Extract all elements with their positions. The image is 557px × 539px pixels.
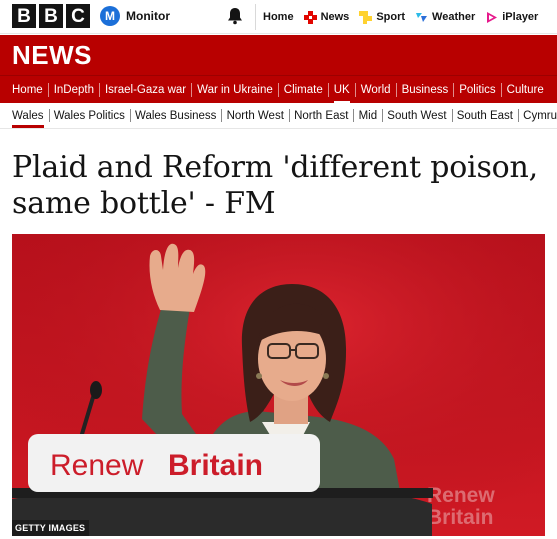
secondary-nav-mid[interactable]: Mid bbox=[359, 103, 378, 128]
secondary-nav-south-east[interactable]: South East bbox=[457, 103, 513, 128]
bbc-top-bar: B B C M Monitor Home News Sport Weather … bbox=[0, 0, 557, 34]
secondary-nav-cymru[interactable]: Cymru bbox=[523, 103, 557, 128]
weather-icon bbox=[416, 12, 428, 22]
top-nav-sport-label: Sport bbox=[376, 11, 406, 23]
bbc-logo-letter-1: B bbox=[12, 4, 36, 28]
sign-text-word-2: Britain bbox=[168, 449, 263, 482]
nav-separator bbox=[47, 82, 49, 97]
secondary-nav-wales-politics[interactable]: Wales Politics bbox=[54, 103, 125, 128]
nav-separator bbox=[354, 82, 356, 97]
nav-separator bbox=[395, 82, 397, 97]
backdrop-text-line-1: Renew bbox=[427, 484, 495, 507]
nav-separator bbox=[98, 82, 100, 97]
top-nav-weather-label: Weather bbox=[432, 11, 476, 23]
article-hero-image: Renew Britain Renew Britain GETTY IMAGES bbox=[12, 234, 545, 536]
top-nav-news-label: News bbox=[320, 11, 350, 23]
sport-icon bbox=[359, 10, 373, 24]
top-nav-iplayer[interactable]: iPlayer bbox=[480, 0, 543, 34]
notifications-bell-icon[interactable] bbox=[225, 6, 245, 26]
bbc-logo-letter-2: B bbox=[39, 4, 63, 28]
primary-nav-climate[interactable]: Climate bbox=[284, 76, 323, 104]
secondary-nav: Wales Wales Politics Wales Business Nort… bbox=[0, 103, 557, 129]
top-nav-weather[interactable]: Weather bbox=[410, 0, 480, 34]
monitor-avatar-icon: M bbox=[100, 6, 120, 26]
news-icon bbox=[303, 10, 317, 24]
primary-nav-home[interactable]: Home bbox=[12, 76, 43, 104]
nav-separator bbox=[327, 82, 329, 97]
hero-photo-illustration: Renew Britain Renew Britain bbox=[12, 234, 545, 536]
top-nav-sport[interactable]: Sport bbox=[354, 0, 410, 34]
nav-separator bbox=[500, 82, 502, 97]
top-nav: Home News Sport Weather iPlayer bbox=[263, 0, 543, 34]
secondary-nav-wales-business[interactable]: Wales Business bbox=[135, 103, 216, 128]
secondary-nav-north-east[interactable]: North East bbox=[294, 103, 348, 128]
primary-nav-uk[interactable]: UK bbox=[333, 76, 350, 104]
primary-nav: Home InDepth Israel-Gaza war War in Ukra… bbox=[0, 75, 557, 104]
primary-nav-indepth[interactable]: InDepth bbox=[54, 76, 94, 104]
primary-nav-israel-gaza-war[interactable]: Israel-Gaza war bbox=[105, 76, 186, 104]
monitor-label: Monitor bbox=[126, 9, 170, 23]
primary-nav-war-in-ukraine[interactable]: War in Ukraine bbox=[197, 76, 273, 104]
news-wordmark[interactable]: NEWS bbox=[12, 40, 92, 71]
bbc-logo-letter-3: C bbox=[66, 4, 90, 28]
nav-separator bbox=[453, 82, 455, 97]
top-nav-iplayer-label: iPlayer bbox=[502, 11, 539, 23]
sign-text-word-1: Renew bbox=[50, 449, 144, 482]
top-nav-news[interactable]: News bbox=[299, 0, 355, 34]
top-nav-home-label: Home bbox=[263, 11, 294, 23]
nav-separator bbox=[191, 82, 193, 97]
bbc-logo[interactable]: B B C bbox=[12, 4, 90, 28]
iplayer-icon bbox=[487, 11, 498, 23]
news-masthead: NEWS bbox=[0, 35, 557, 75]
backdrop-text-line-2: Britain bbox=[427, 506, 494, 529]
article-headline: Plaid and Reform 'different poison, same… bbox=[12, 150, 538, 221]
top-nav-divider bbox=[255, 4, 256, 30]
primary-nav-politics[interactable]: Politics bbox=[459, 76, 495, 104]
secondary-nav-south-west[interactable]: South West bbox=[387, 103, 446, 128]
nav-separator bbox=[277, 82, 279, 97]
image-credit: GETTY IMAGES bbox=[12, 520, 90, 536]
primary-nav-culture[interactable]: Culture bbox=[507, 76, 544, 104]
top-nav-home[interactable]: Home bbox=[263, 0, 299, 34]
primary-nav-business[interactable]: Business bbox=[402, 76, 449, 104]
monitor-account-button[interactable]: M Monitor bbox=[100, 6, 170, 26]
secondary-nav-north-west[interactable]: North West bbox=[227, 103, 284, 128]
primary-nav-world[interactable]: World bbox=[361, 76, 391, 104]
secondary-nav-wales[interactable]: Wales bbox=[12, 103, 44, 128]
